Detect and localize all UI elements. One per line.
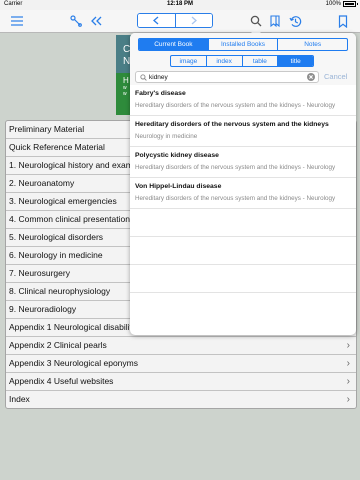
chevron-right-icon: › — [346, 376, 350, 387]
history-icon[interactable] — [287, 13, 303, 29]
tab-table[interactable]: table — [243, 56, 279, 66]
toc-item-label: Appendix 1 Neurological disability — [9, 322, 137, 332]
result-title: Hereditary disorders of the nervous syst… — [135, 121, 329, 128]
bookmark-icon[interactable] — [335, 13, 351, 29]
empty-row — [130, 237, 356, 265]
toc-item-label: Quick Reference Material — [9, 142, 105, 152]
toc-item-label: Appendix 2 Clinical pearls — [9, 340, 107, 350]
tab-installed-books[interactable]: Installed Books — [209, 39, 279, 50]
type-tabs: image index table title — [170, 55, 314, 67]
result-title: Polycystic kidney disease — [135, 152, 219, 159]
toc-item-label: Appendix 4 Useful websites — [9, 376, 114, 386]
toc-item[interactable]: Index › — [6, 391, 356, 408]
battery-icon — [343, 1, 358, 7]
toc-item-label: 8. Clinical neurophysiology — [9, 286, 111, 296]
search-result[interactable]: Hereditary disorders of the nervous syst… — [130, 116, 356, 147]
empty-row — [130, 209, 356, 237]
clock: 12:18 PM — [166, 1, 193, 7]
toc-item-label: 6. Neurology in medicine — [9, 250, 103, 260]
result-subtitle: Hereditary disorders of the nervous syst… — [135, 164, 336, 171]
toc-item-label: 9. Neuroradiology — [9, 304, 77, 314]
toc-item-label: 1. Neurological history and exam — [9, 160, 133, 170]
search-icon — [140, 73, 147, 81]
clear-icon[interactable] — [307, 73, 315, 81]
search-icon[interactable] — [248, 13, 264, 29]
toc-item-label: 5. Neurological disorders — [9, 232, 104, 242]
chevron-right-icon: › — [346, 340, 350, 351]
forward-arrow-icon[interactable] — [175, 14, 212, 27]
search-result[interactable]: Fabry's disease Hereditary disorders of t… — [130, 85, 356, 116]
battery-percent: 100% — [325, 1, 341, 7]
chevron-right-icon: › — [346, 394, 350, 405]
tab-notes[interactable]: Notes — [278, 39, 347, 50]
toc-item-label: 3. Neurological emergencies — [9, 196, 117, 206]
page-navigation — [137, 13, 213, 28]
result-subtitle: Hereditary disorders of the nervous syst… — [135, 102, 336, 109]
result-title: Fabry's disease — [135, 90, 186, 97]
search-field[interactable]: kidney — [135, 71, 319, 83]
result-title: Von Hippel-Lindau disease — [135, 183, 222, 190]
toc-item[interactable]: Appendix 3 Neurological eponyms › — [6, 355, 356, 373]
bookmarks-icon[interactable] — [267, 13, 283, 29]
tab-image[interactable]: image — [171, 56, 207, 66]
result-subtitle: Neurology in medicine — [135, 133, 198, 140]
search-results: Fabry's disease Hereditary disorders of t… — [130, 85, 356, 293]
battery-indicator: 100% — [325, 1, 358, 7]
tab-title[interactable]: title — [278, 56, 313, 66]
menu-icon[interactable] — [9, 13, 25, 29]
toc-item-label: Preliminary Material — [9, 124, 85, 134]
search-result[interactable]: Polycystic kidney disease Hereditary diso… — [130, 147, 356, 178]
toc-item[interactable]: Appendix 4 Useful websites › — [6, 373, 356, 391]
tools-icon[interactable] — [68, 13, 84, 29]
chevron-right-icon: › — [346, 358, 350, 369]
search-query[interactable]: kidney — [149, 74, 307, 81]
search-result[interactable]: Von Hippel-Lindau disease Hereditary diso… — [130, 178, 356, 209]
empty-row — [130, 265, 356, 293]
search-popover: Current Book Installed Books Notes image in… — [130, 33, 356, 335]
status-bar: Carrier 12:18 PM 100% — [0, 0, 360, 10]
toc-item-label: 4. Common clinical presentations — [9, 214, 135, 224]
search-header: Current Book Installed Books Notes image in… — [130, 33, 356, 85]
tab-current-book[interactable]: Current Book — [139, 39, 209, 50]
toc-item-label: 2. Neuroanatomy — [9, 178, 75, 188]
result-subtitle: Hereditary disorders of the nervous syst… — [135, 195, 336, 202]
double-chevron-left-icon[interactable] — [88, 13, 104, 29]
toc-item-label: Appendix 3 Neurological eponyms — [9, 358, 138, 368]
toolbar — [0, 10, 360, 33]
toc-item-label: Index — [9, 394, 30, 404]
scope-tabs: Current Book Installed Books Notes — [138, 38, 348, 51]
cancel-button[interactable]: Cancel — [324, 72, 347, 81]
back-arrow-icon[interactable] — [138, 14, 176, 27]
toc-item-label: 7. Neurosurgery — [9, 268, 70, 278]
tab-index[interactable]: index — [207, 56, 243, 66]
toc-item[interactable]: Appendix 2 Clinical pearls › — [6, 337, 356, 355]
